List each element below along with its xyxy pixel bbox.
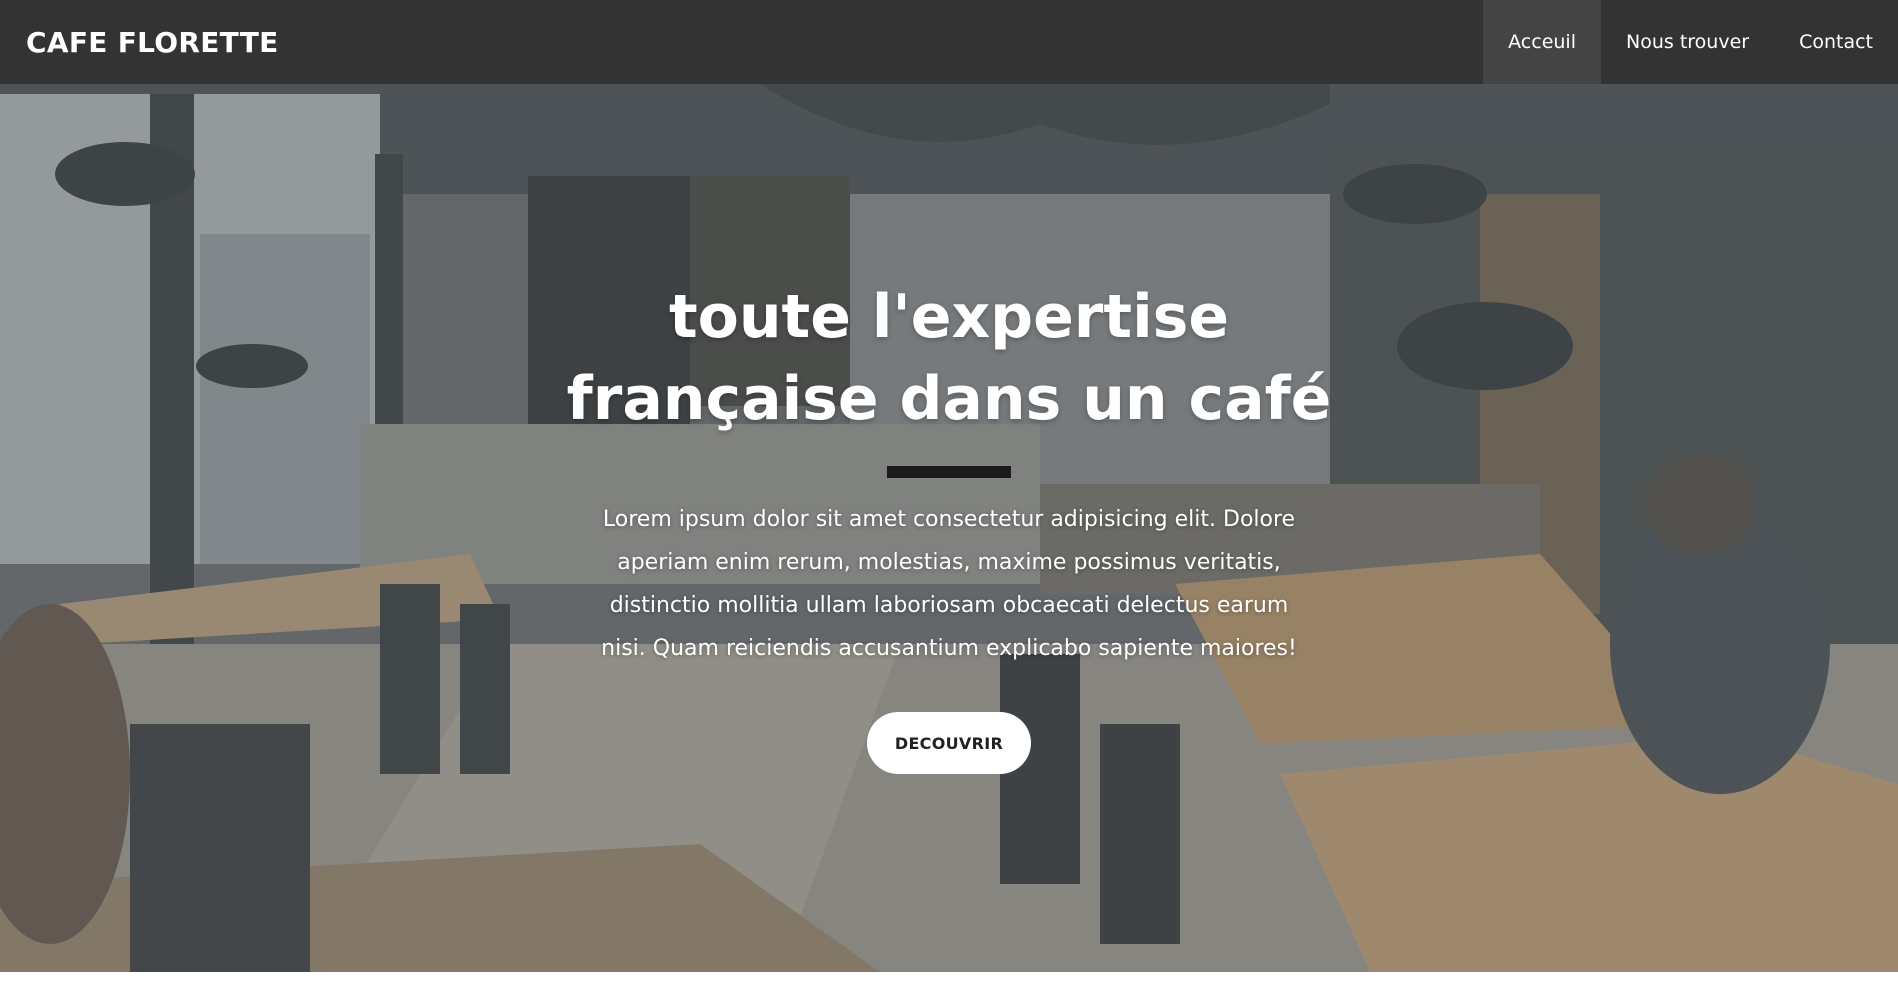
nav-link-contact[interactable]: Contact — [1774, 0, 1898, 84]
nav-links: Acceuil Nous trouver Contact — [1483, 0, 1898, 84]
brand-logo[interactable]: CAFE FLORETTE — [0, 26, 279, 59]
hero-content: toute l'expertise française dans un café… — [0, 84, 1898, 972]
nav-link-nous-trouver[interactable]: Nous trouver — [1601, 0, 1774, 84]
hero-description: Lorem ipsum dolor sit amet consectetur a… — [601, 507, 1297, 661]
nav-link-acceuil[interactable]: Acceuil — [1483, 0, 1601, 84]
hero-title: toute l'expertise française dans un café — [566, 282, 1332, 434]
hero-divider — [887, 466, 1011, 478]
decouvrir-button[interactable]: DECOUVRIR — [867, 712, 1031, 774]
top-navbar: CAFE FLORETTE Acceuil Nous trouver Conta… — [0, 0, 1898, 84]
hero-section: toute l'expertise française dans un café… — [0, 84, 1898, 972]
